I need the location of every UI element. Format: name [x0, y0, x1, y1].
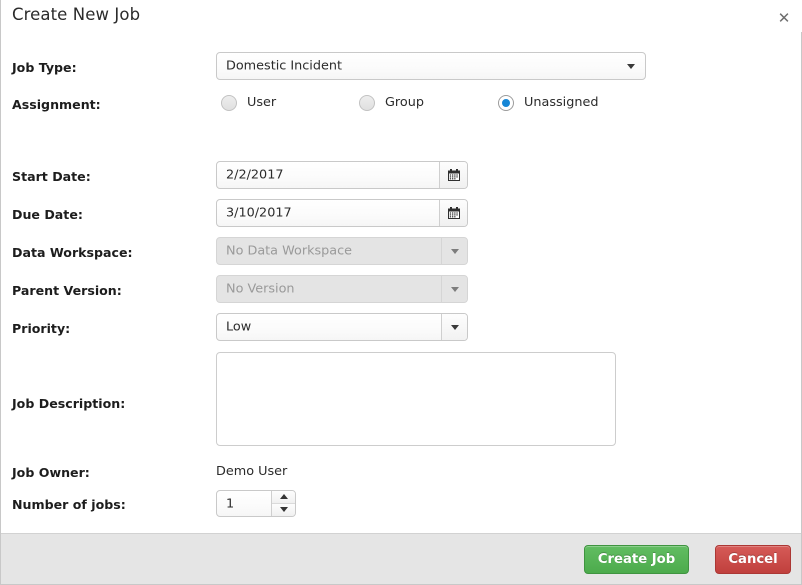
assignment-label: Assignment: [12, 97, 101, 112]
calendar-icon [447, 169, 460, 181]
number-of-jobs-label: Number of jobs: [12, 497, 126, 512]
chevron-down-icon [451, 249, 459, 254]
radio-circle-selected [498, 95, 514, 111]
chevron-down-icon [451, 325, 459, 330]
dialog-footer: Create Job Cancel [1, 533, 801, 584]
stepper-decrement-button[interactable] [272, 503, 295, 516]
create-new-job-dialog: Create New Job ✕ Job Type: Domestic Inci… [0, 0, 802, 585]
radio-circle [359, 95, 375, 111]
start-date-input[interactable]: 2/2/2017 [216, 161, 468, 189]
priority-select[interactable]: Low [216, 313, 468, 341]
job-description-label: Job Description: [12, 396, 126, 411]
job-type-label: Job Type: [12, 60, 77, 75]
data-workspace-select: No Data Workspace [216, 237, 468, 265]
assignment-option-label: User [247, 95, 277, 110]
due-date-input[interactable]: 3/10/2017 [216, 199, 468, 227]
due-date-value: 3/10/2017 [226, 205, 292, 221]
assignment-option-label: Group [385, 95, 424, 110]
job-owner-label: Job Owner: [12, 465, 90, 480]
job-owner-value: Demo User [216, 464, 288, 479]
parent-version-select: No Version [216, 275, 468, 303]
chevron-down-icon [451, 287, 459, 292]
start-date-calendar-button[interactable] [439, 162, 467, 188]
dialog-title: Create New Job [12, 5, 141, 24]
number-of-jobs-stepper[interactable]: 1 [216, 490, 296, 517]
priority-label: Priority: [12, 321, 71, 336]
parent-version-label: Parent Version: [12, 283, 122, 298]
create-job-button[interactable]: Create Job [584, 545, 689, 574]
radio-dot [502, 99, 510, 107]
priority-value: Low [226, 319, 252, 335]
due-date-label: Due Date: [12, 207, 83, 222]
radio-circle [221, 95, 237, 111]
data-workspace-value: No Data Workspace [226, 243, 353, 259]
dialog-body: Job Type: Domestic Incident Assignment: … [1, 32, 801, 533]
triangle-up-icon [279, 494, 288, 500]
start-date-label: Start Date: [12, 169, 91, 184]
start-date-value: 2/2/2017 [226, 167, 284, 183]
cancel-button[interactable]: Cancel [715, 545, 791, 574]
job-type-value: Domestic Incident [226, 58, 342, 74]
data-workspace-label: Data Workspace: [12, 245, 133, 260]
job-description-textarea[interactable] [216, 352, 616, 446]
stepper-buttons [271, 491, 295, 516]
triangle-down-icon [279, 507, 288, 513]
stepper-increment-button[interactable] [272, 491, 295, 504]
number-of-jobs-value: 1 [226, 496, 235, 511]
due-date-calendar-button[interactable] [439, 200, 467, 226]
priority-dropdown-button[interactable] [441, 314, 467, 340]
parent-version-value: No Version [226, 281, 295, 297]
parent-version-dropdown-button [441, 276, 467, 302]
job-type-select[interactable]: Domestic Incident [216, 52, 646, 80]
chevron-down-icon [627, 64, 635, 69]
assignment-option-label: Unassigned [524, 95, 599, 110]
calendar-icon [447, 207, 460, 219]
dialog-titlebar: Create New Job ✕ [1, 0, 802, 32]
close-icon[interactable]: ✕ [774, 8, 794, 28]
data-workspace-dropdown-button [441, 238, 467, 264]
